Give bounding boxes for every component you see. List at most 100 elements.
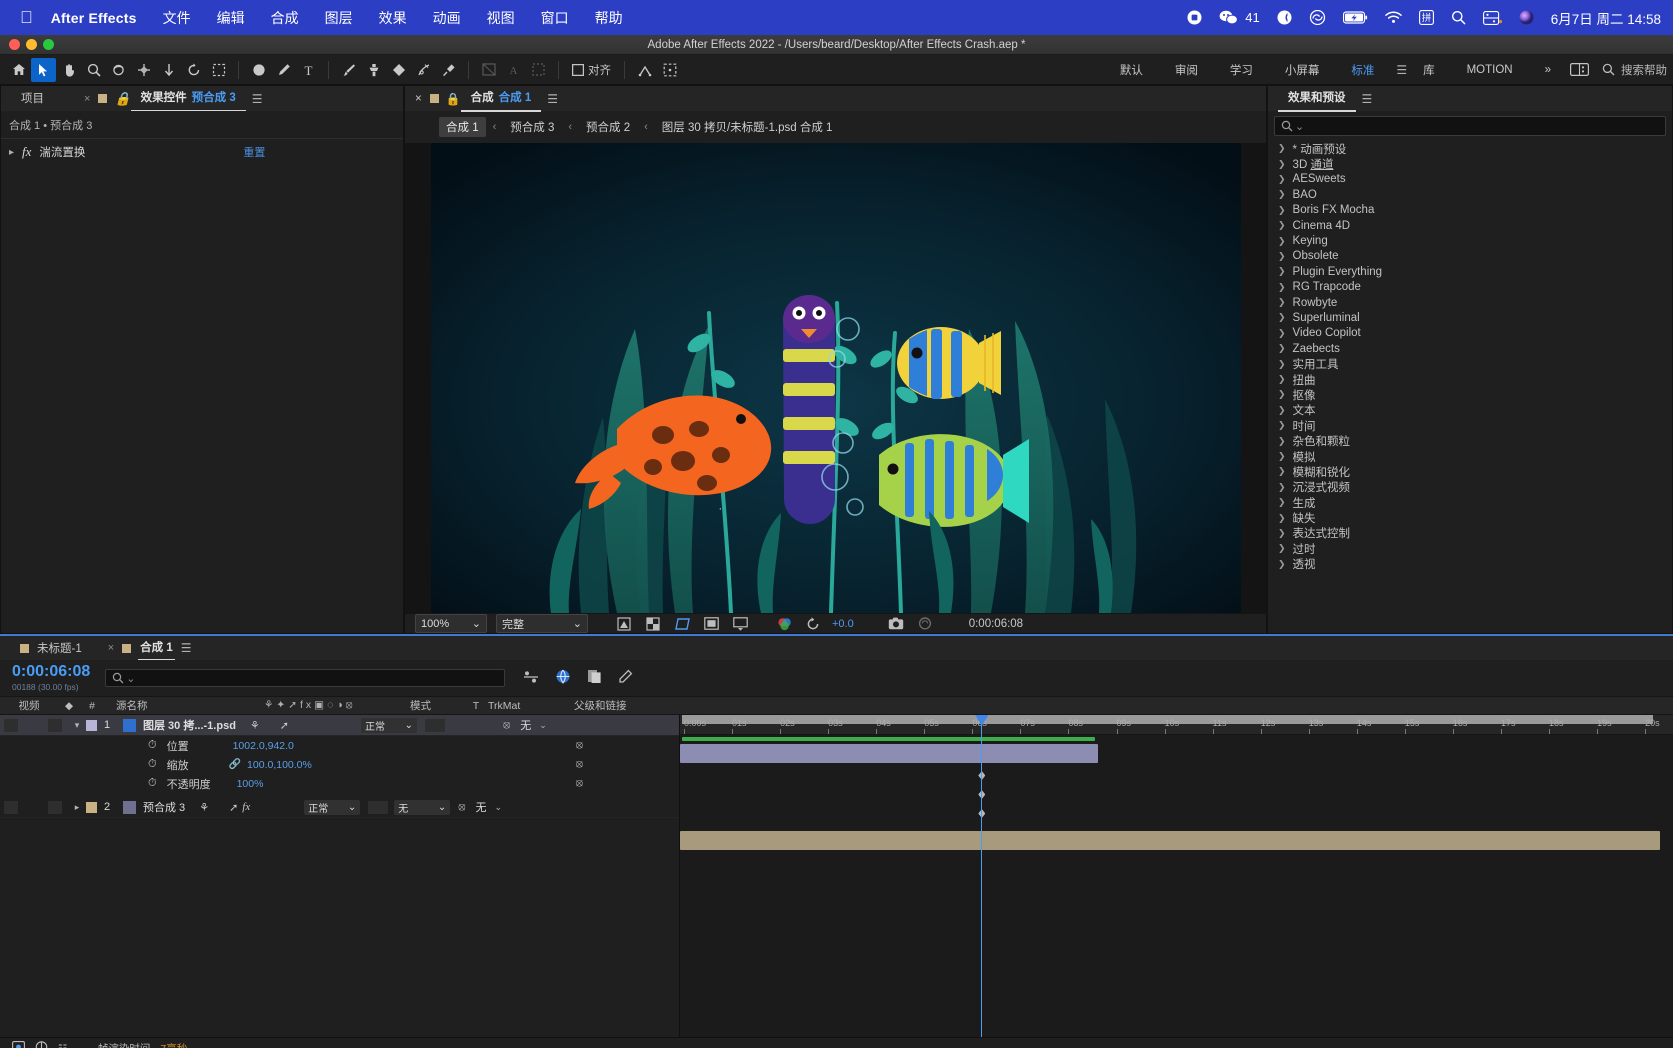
menu-item-animation[interactable]: 动画	[433, 8, 461, 28]
chevron-right-icon[interactable]: ❯	[1278, 359, 1286, 370]
position-stopwatch-icon[interactable]: ⏱	[148, 739, 157, 752]
property-value-opacity[interactable]: 100%	[237, 778, 264, 790]
list-item[interactable]: ❯ * 动画预设	[1268, 141, 1672, 156]
menu-item-window[interactable]: 窗口	[541, 8, 569, 28]
mask-icon[interactable]	[476, 58, 501, 82]
eraser-icon[interactable]	[386, 58, 411, 82]
pen-icon[interactable]	[271, 58, 296, 82]
list-item[interactable]: ❯ Zaebects	[1268, 341, 1672, 356]
close-tab-icon[interactable]: ×	[84, 93, 90, 105]
effects-category-list[interactable]: ❯ * 动画预设 ❯ 3D 通道 ❯ AESweets ❯ BAO ❯ Boris FX Moch…	[1268, 141, 1672, 633]
chevron-right-icon[interactable]: ❯	[1278, 220, 1286, 231]
layer1-mode-select[interactable]: 正常 ⌄	[361, 717, 418, 733]
chevron-right-icon[interactable]: ❯	[1278, 189, 1286, 200]
list-item[interactable]: ❯ 抠像	[1268, 387, 1672, 402]
position-parent-pick-whip-icon[interactable]: ⦻	[576, 739, 583, 752]
time-ruler[interactable]: 0:00s 01s 02s 03s 04s 05s 06s 07s 08s 09s 10s 11s 12…	[680, 715, 1673, 735]
chevron-down-icon-parent2[interactable]: ⌄	[495, 802, 503, 813]
apple-icon[interactable]: 	[20, 8, 33, 28]
chevron-right-icon[interactable]: ❯	[1278, 174, 1286, 185]
zoom-button[interactable]	[43, 39, 54, 50]
pan-behind-icon[interactable]	[131, 58, 156, 82]
list-item[interactable]: ❯ 透视	[1268, 557, 1672, 572]
list-item[interactable]: ❯ Keying	[1268, 233, 1672, 248]
motion-blur-icon[interactable]	[618, 669, 633, 687]
chevron-right-icon[interactable]: ❯	[1278, 282, 1286, 293]
channel-icon[interactable]	[774, 614, 794, 633]
hide-shy-layers-icon[interactable]	[587, 669, 602, 687]
chevron-right-icon[interactable]: ❯	[1278, 328, 1286, 339]
property-value-position[interactable]: 1002.0,942.0	[233, 740, 294, 752]
list-item[interactable]: ❯ Rowbyte	[1268, 295, 1672, 310]
table-row[interactable]: ▾ 1 图层 30 拷...-1.psd ⚘ ➚ 正常 ⌄ ⦻ 无 ⌄	[0, 715, 679, 736]
viewer-menu-icon[interactable]: ☰	[547, 92, 558, 106]
zoom-level-select[interactable]: 100% ⌄	[415, 614, 487, 633]
scale-parent-pick-whip-icon[interactable]: ⦻	[576, 758, 583, 771]
timeline-tracks[interactable]: 0:00s 01s 02s 03s 04s 05s 06s 07s 08s 09s 10s 11s 12…	[680, 715, 1673, 1037]
property-row-scale[interactable]: ⏱ 缩放 🔗 100.0,100.0% ⦻	[0, 755, 679, 774]
exposure-value[interactable]: +0.0	[832, 618, 854, 630]
chevron-right-icon[interactable]: ❯	[1278, 143, 1286, 154]
menu-item-layer[interactable]: 图层	[325, 8, 353, 28]
layer1-video-toggle[interactable]	[4, 718, 18, 732]
list-item[interactable]: ❯ Boris FX Mocha	[1268, 203, 1672, 218]
chevron-right-icon[interactable]: ❯	[1278, 236, 1286, 247]
list-item[interactable]: ❯ AESweets	[1268, 172, 1672, 187]
mask-visibility-icon[interactable]	[614, 614, 634, 633]
breadcrumb-item-layer-psd[interactable]: 图层 30 拷贝/未标题-1.psd 合成 1	[655, 117, 840, 137]
list-item[interactable]: ❯ 文本	[1268, 403, 1672, 418]
type-icon[interactable]: T	[296, 58, 321, 82]
left-panel-menu-icon[interactable]: ☰	[252, 92, 263, 106]
creative-cloud-icon[interactable]	[1309, 10, 1326, 25]
viewer-close-tab-icon[interactable]: ×	[415, 93, 422, 105]
menu-item-effect[interactable]: 效果	[379, 8, 407, 28]
effect-row-turbulent-displace[interactable]: ▸ fx 湍流置换 重置	[1, 139, 403, 165]
layer1-parent-pick-whip-icon[interactable]: ⦻	[503, 719, 510, 732]
workspace-layout-icon[interactable]	[1567, 58, 1592, 82]
layer2-trkmat-select[interactable]: 无 ⌄	[394, 799, 451, 815]
minimize-button[interactable]	[26, 39, 37, 50]
layer1-name[interactable]: 图层 30 拷...-1.psd	[143, 717, 236, 733]
timeline-close-tab-icon[interactable]: ×	[108, 642, 114, 654]
layer2-switch-shy-icon[interactable]: ⚘	[199, 801, 209, 814]
timeline-menu-icon[interactable]: ☰	[181, 641, 192, 655]
effects-search-input[interactable]: ⌄	[1274, 116, 1666, 136]
workspace-default[interactable]: 默认	[1104, 58, 1159, 82]
grid-icon[interactable]	[657, 58, 682, 82]
opacity-parent-pick-whip-icon[interactable]: ⦻	[576, 777, 583, 790]
wechat-icon[interactable]	[1219, 10, 1239, 25]
draft-3d-icon[interactable]	[555, 669, 571, 687]
list-item[interactable]: ❯ 模拟	[1268, 449, 1672, 464]
chevron-right-icon[interactable]: ❯	[1278, 559, 1286, 570]
layer2-t-box[interactable]	[368, 800, 389, 814]
breadcrumb-item-precomp3[interactable]: 预合成 3	[503, 117, 561, 137]
3d-view-icon[interactable]	[730, 614, 750, 633]
composition-canvas[interactable]: ·	[430, 143, 1241, 613]
layer1-duration-bar[interactable]	[680, 744, 1099, 763]
lock-icon[interactable]: 🔒	[114, 91, 130, 107]
tab-effect-controls[interactable]: 效果控件 预合成 3	[130, 85, 246, 112]
timeline-tab-comp1[interactable]: 合成 1	[138, 636, 175, 661]
tab-composition[interactable]: 合成 合成 1	[460, 85, 542, 112]
table-row[interactable]: ▸ 2 预合成 3 ⚘ ➚ fx 正常 ⌄ 无 ⌄ ⦻ 无 ⌄	[0, 797, 679, 818]
spotlight-icon[interactable]	[1451, 10, 1466, 25]
layer2-parent-value[interactable]: 无	[476, 799, 487, 815]
menu-item-help[interactable]: 帮助	[595, 8, 623, 28]
list-item[interactable]: ❯ 扭曲	[1268, 372, 1672, 387]
list-item[interactable]: ❯ Obsolete	[1268, 249, 1672, 264]
chevron-down-icon-layer1[interactable]: ▾	[70, 720, 84, 731]
viewer-timecode[interactable]: 0:00:06:08	[969, 618, 1023, 630]
menu-item-composition[interactable]: 合成	[271, 8, 299, 28]
chevron-right-icon[interactable]: ❯	[1278, 374, 1286, 385]
workspace-learn[interactable]: 学习	[1214, 58, 1269, 82]
workspace-overflow-icon[interactable]: »	[1529, 60, 1567, 80]
puppet-pin-icon[interactable]	[436, 58, 461, 82]
layer2-video-toggle[interactable]	[4, 800, 18, 814]
layer1-trkmat-box[interactable]	[425, 718, 446, 732]
zoom-icon[interactable]	[81, 58, 106, 82]
list-item[interactable]: ❯ RG Trapcode	[1268, 280, 1672, 295]
workspace-small-screen[interactable]: 小屏幕	[1269, 58, 1336, 82]
chevron-right-icon[interactable]: ❯	[1278, 420, 1286, 431]
chevron-right-icon[interactable]: ❯	[1278, 312, 1286, 323]
effect-reset-link[interactable]: 重置	[243, 144, 265, 160]
